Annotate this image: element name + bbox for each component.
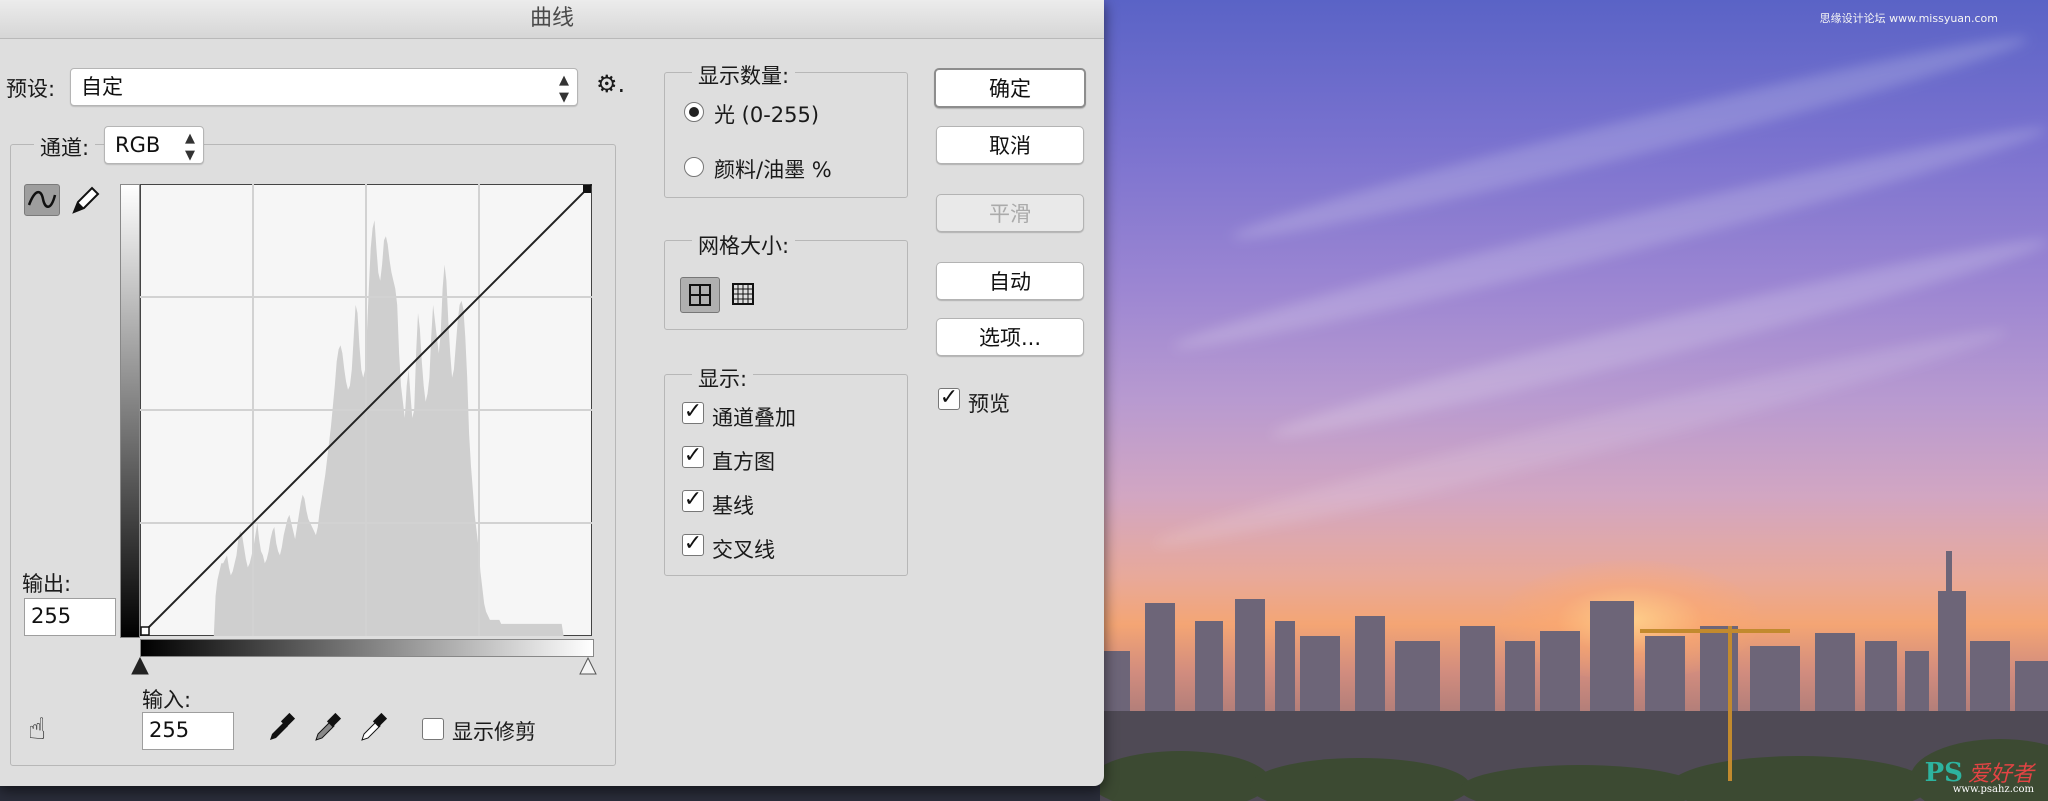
- input-label: 输入:: [142, 688, 192, 712]
- intersection-line-label: 交叉线: [712, 538, 775, 562]
- histogram-label: 直方图: [712, 450, 775, 474]
- preview-checkbox[interactable]: ✓: [938, 387, 960, 410]
- cancel-button[interactable]: 取消: [936, 126, 1084, 164]
- channel-overlays-label: 通道叠加: [712, 406, 796, 430]
- channel-overlays-checkbox[interactable]: ✓: [682, 401, 704, 424]
- simple-grid-icon[interactable]: [680, 277, 720, 313]
- curve-graph[interactable]: [140, 184, 592, 636]
- select-arrows-icon: ▲ ▼: [559, 73, 569, 105]
- channel-select[interactable]: RGB ▲ ▼: [104, 126, 204, 164]
- baseline-checkbox[interactable]: ✓: [682, 489, 704, 512]
- gray-eyedropper-icon[interactable]: [312, 712, 342, 744]
- white-eyedropper-icon[interactable]: [358, 712, 388, 744]
- auto-button[interactable]: 自动: [936, 262, 1084, 300]
- channel-value: RGB: [115, 133, 161, 157]
- pigment-radio[interactable]: [684, 157, 704, 177]
- curve-edit-tool-icon[interactable]: [24, 184, 60, 216]
- detailed-grid-icon[interactable]: [724, 277, 764, 313]
- intersection-line-checkbox[interactable]: ✓: [682, 533, 704, 556]
- select-arrows-icon: ▲ ▼: [185, 131, 195, 163]
- output-gradient-bar: [120, 184, 140, 638]
- black-point-slider[interactable]: [130, 656, 150, 676]
- histogram-checkbox[interactable]: ✓: [682, 445, 704, 468]
- light-radio[interactable]: [684, 102, 704, 122]
- preset-select[interactable]: 自定 ▲ ▼: [70, 68, 578, 106]
- show-options-title: 显示:: [692, 363, 754, 393]
- curve-point-top[interactable]: [583, 185, 591, 193]
- black-eyedropper-icon[interactable]: [266, 712, 296, 744]
- watermark-top: 思缘设计论坛 www.missyuan.com: [1819, 12, 1998, 25]
- baseline-label: 基线: [712, 494, 754, 518]
- preset-options-gear-icon[interactable]: ⚙.: [596, 70, 625, 98]
- white-point-slider[interactable]: [578, 656, 598, 676]
- preview-label: 预览: [968, 392, 1010, 416]
- input-field[interactable]: 255: [142, 712, 234, 750]
- preset-value: 自定: [81, 75, 123, 99]
- background-photo: 思缘设计论坛 www.missyuan.com PS 爱好者 www.psahz…: [1100, 0, 2048, 801]
- channel-label: 通道:: [34, 132, 96, 162]
- output-label: 输出:: [22, 572, 72, 596]
- preset-label: 预设:: [6, 77, 56, 101]
- targeted-adjustment-hand-icon[interactable]: ☝: [28, 712, 46, 747]
- city-skyline: [1100, 551, 2048, 801]
- ok-button[interactable]: 确定: [934, 68, 1086, 108]
- light-radio-label: 光 (0-255): [714, 103, 820, 127]
- curve-point-bottom[interactable]: [140, 626, 150, 636]
- pigment-radio-label: 颜料/油墨 %: [714, 158, 832, 182]
- watermark-logo: PS 爱好者 www.psahz.com: [1925, 756, 2034, 795]
- curves-dialog: 曲线 预设: 自定 ▲ ▼ ⚙. 通道: RGB ▲ ▼ 输出: 255 输入:…: [0, 0, 1104, 786]
- pencil-tool-icon[interactable]: [68, 184, 104, 216]
- smooth-button[interactable]: 平滑: [936, 194, 1084, 232]
- show-clipping-label: 显示修剪: [452, 720, 536, 744]
- options-button[interactable]: 选项...: [936, 318, 1084, 356]
- display-amount-title: 显示数量:: [692, 60, 796, 90]
- input-gradient-bar: [140, 639, 594, 657]
- output-field[interactable]: 255: [24, 598, 116, 636]
- grid-size-title: 网格大小:: [692, 230, 796, 260]
- dialog-title: 曲线: [0, 0, 1104, 39]
- show-clipping-checkbox[interactable]: [422, 718, 444, 740]
